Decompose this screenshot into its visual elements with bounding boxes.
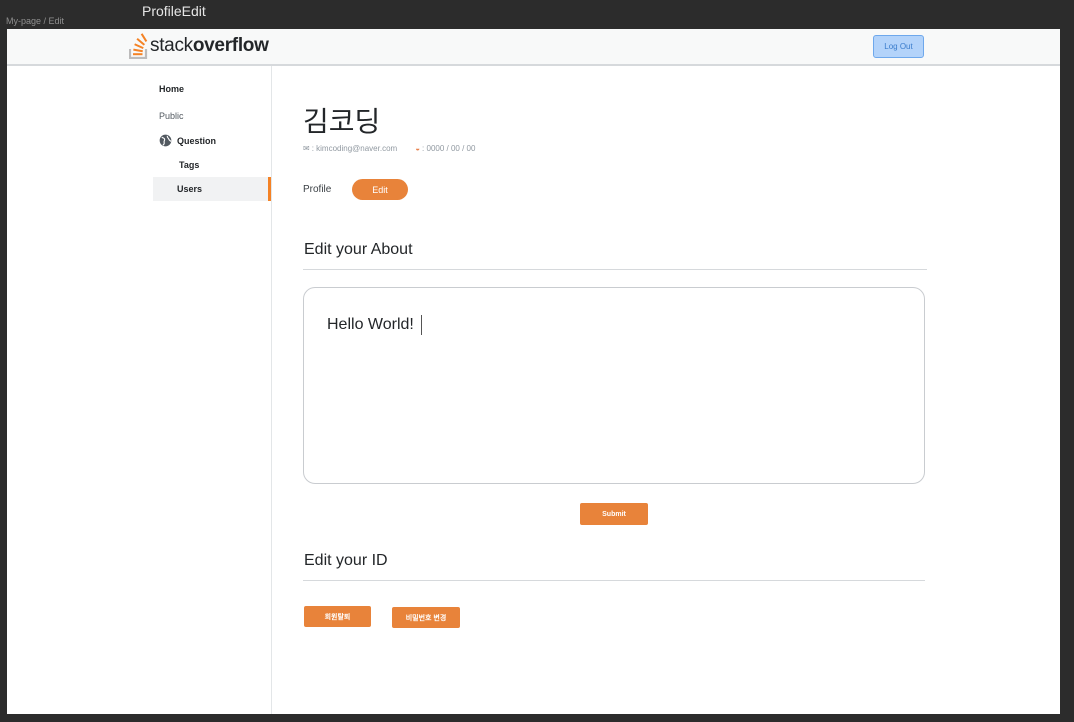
sidebar-item-users-label: Users: [177, 184, 203, 194]
sidebar-item-tags[interactable]: Tags: [179, 160, 199, 170]
user-email: : kimcoding@naver.com: [311, 144, 398, 153]
app-frame: stackoverflow Log Out Home Public Questi…: [7, 29, 1060, 714]
about-divider: [303, 269, 927, 270]
frame-title: ProfileEdit: [142, 3, 206, 19]
id-section-title: Edit your ID: [304, 552, 388, 569]
submit-button[interactable]: Submit: [580, 503, 648, 525]
user-meta: ✉ : kimcoding@naver.com ◒ : 0000 / 00 / …: [303, 144, 475, 153]
sidebar-item-public[interactable]: Public: [159, 111, 184, 121]
tab-profile[interactable]: Profile: [303, 184, 331, 195]
user-name: 김코딩: [303, 106, 381, 137]
sidebar-item-question-label: Question: [177, 135, 217, 146]
main-content: 김코딩 ✉ : kimcoding@naver.com ◒ : 0000 / 0…: [271, 66, 1060, 714]
sidebar-item-home[interactable]: Home: [159, 84, 184, 94]
stackoverflow-icon: [129, 33, 148, 59]
id-divider: [303, 580, 925, 581]
canvas-breadcrumb: My-page / Edit: [6, 16, 65, 26]
globe-icon: [159, 134, 172, 147]
about-section-title: Edit your About: [304, 241, 413, 258]
withdraw-button[interactable]: 회원탈퇴: [304, 606, 371, 627]
sidebar-item-users[interactable]: Users: [153, 177, 271, 201]
sidebar-item-question[interactable]: Question: [159, 134, 216, 147]
envelope-icon: ✉: [303, 144, 310, 153]
stackoverflow-logo[interactable]: stackoverflow: [129, 32, 269, 60]
about-textarea[interactable]: Hello World!: [303, 287, 925, 484]
user-birthday: : 0000 / 00 / 00: [422, 144, 476, 153]
change-password-button[interactable]: 비밀번호 변경: [392, 607, 460, 628]
left-sidebar: Home Public Question Tags Users: [7, 66, 272, 714]
text-cursor: [420, 315, 422, 335]
logout-button[interactable]: Log Out: [873, 35, 924, 58]
logo-text: stackoverflow: [150, 35, 269, 57]
about-text-value: Hello World!: [327, 316, 414, 333]
logo-text-light: stack: [150, 35, 193, 56]
about-text-wrapper: Hello World!: [327, 315, 422, 335]
tab-edit[interactable]: Edit: [352, 179, 408, 200]
birthday-cake-icon: ◒: [415, 144, 421, 153]
top-bar: stackoverflow Log Out: [7, 29, 1060, 66]
logo-text-bold: overflow: [192, 35, 269, 56]
